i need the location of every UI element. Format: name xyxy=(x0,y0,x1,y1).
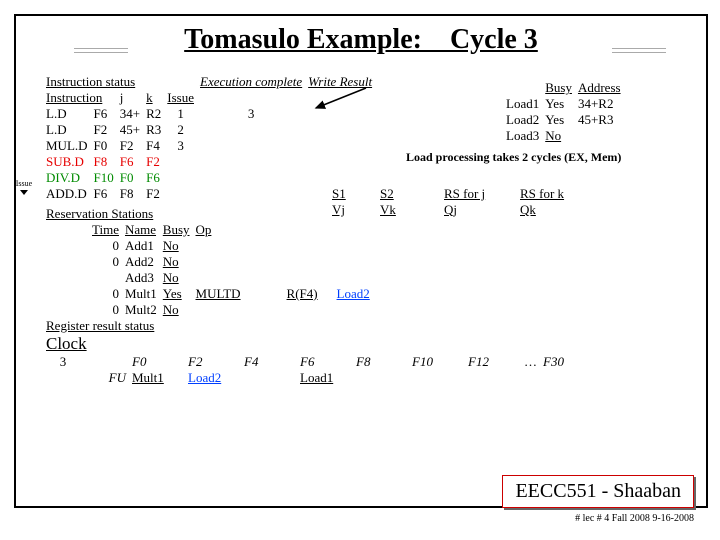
issue-arrow-icon xyxy=(20,190,28,195)
instruction-status-table: Instruction status Execution complete Wr… xyxy=(46,74,378,202)
col-vj xyxy=(247,222,287,238)
footer-course-box: EECC551 - Shaaban xyxy=(502,475,694,508)
load-note: Load processing takes 2 cycles (EX, Mem) xyxy=(406,150,621,165)
col-k: k xyxy=(146,90,167,106)
reservation-heading: Reservation Stations xyxy=(46,206,153,221)
register-status-block: Clock 3F0F2F4F6F8F10F12…F30FUMult1Load2L… xyxy=(46,334,570,386)
load-row: Load2Yes45+R3 xyxy=(506,112,627,128)
reservation-row: 0Add2No xyxy=(92,254,401,270)
reg-header-row: 3F0F2F4F6F8F10F12…F30 xyxy=(46,354,570,370)
instr-status-heading: Instruction status xyxy=(46,74,167,90)
reservation-table: Time Name Busy Op 0Add1No0Add2NoAdd3No0M… xyxy=(92,222,401,318)
reservation-row: 0Add1No xyxy=(92,238,401,254)
reservation-row: 0Mult2No xyxy=(92,302,401,318)
reg-fu-row: FUMult1Load2Load1 xyxy=(46,370,570,386)
load-table: Busy Address Load1Yes34+R2Load2Yes45+R3L… xyxy=(506,80,627,144)
load-row: Load1Yes34+R2 xyxy=(506,96,627,112)
col-name: Name xyxy=(125,222,163,238)
col-op: Op xyxy=(196,222,247,238)
footer-course-text: EECC551 - Shaaban xyxy=(515,480,681,502)
instruction-row: ADD.DF6F8F2 xyxy=(46,186,378,202)
col-qk xyxy=(395,222,401,238)
col-j: j xyxy=(120,90,146,106)
col-busy: Busy xyxy=(163,222,196,238)
col-instruction: Instruction xyxy=(46,90,120,106)
clock-label: Clock xyxy=(46,334,93,354)
col-write-top: Write Result xyxy=(308,74,378,90)
instruction-row: L.DF245+R32 xyxy=(46,122,378,138)
reservation-row: 0Mult1YesMULTDR(F4)Load2 xyxy=(92,286,401,302)
load-row: Load3No xyxy=(506,128,627,144)
footer-meta-line: # lec # 4 Fall 2008 9-16-2008 xyxy=(575,513,694,524)
instruction-row: MUL.DF0F2F43 xyxy=(46,138,378,154)
col-time: Time xyxy=(92,222,125,238)
col-qj xyxy=(337,222,395,238)
reservation-row: Add3No xyxy=(92,270,401,286)
col-exec-top: Execution complete xyxy=(200,74,308,90)
instruction-row: DIV.DF10F0F6 xyxy=(46,170,378,186)
reg-status-heading: Register result status xyxy=(46,318,154,333)
rs-col-headers: S1 S2 RS for j RS for k Vj Vk Qj Qk xyxy=(332,186,570,218)
issue-marker: Issue xyxy=(9,180,39,196)
decorative-ticks-right xyxy=(612,48,666,54)
load-col-addr: Address xyxy=(578,80,627,96)
instruction-row: SUB.DF8F6F2 xyxy=(46,154,378,170)
col-vk xyxy=(287,222,337,238)
decorative-ticks-left xyxy=(74,48,128,54)
instruction-row: L.DF634+R213 xyxy=(46,106,378,122)
issue-marker-label: Issue xyxy=(16,179,32,188)
col-issue: Issue xyxy=(167,90,200,106)
slide-frame: Tomasulo Example: Cycle 3 Issue Instruct… xyxy=(14,14,708,508)
load-col-busy: Busy xyxy=(545,80,578,96)
